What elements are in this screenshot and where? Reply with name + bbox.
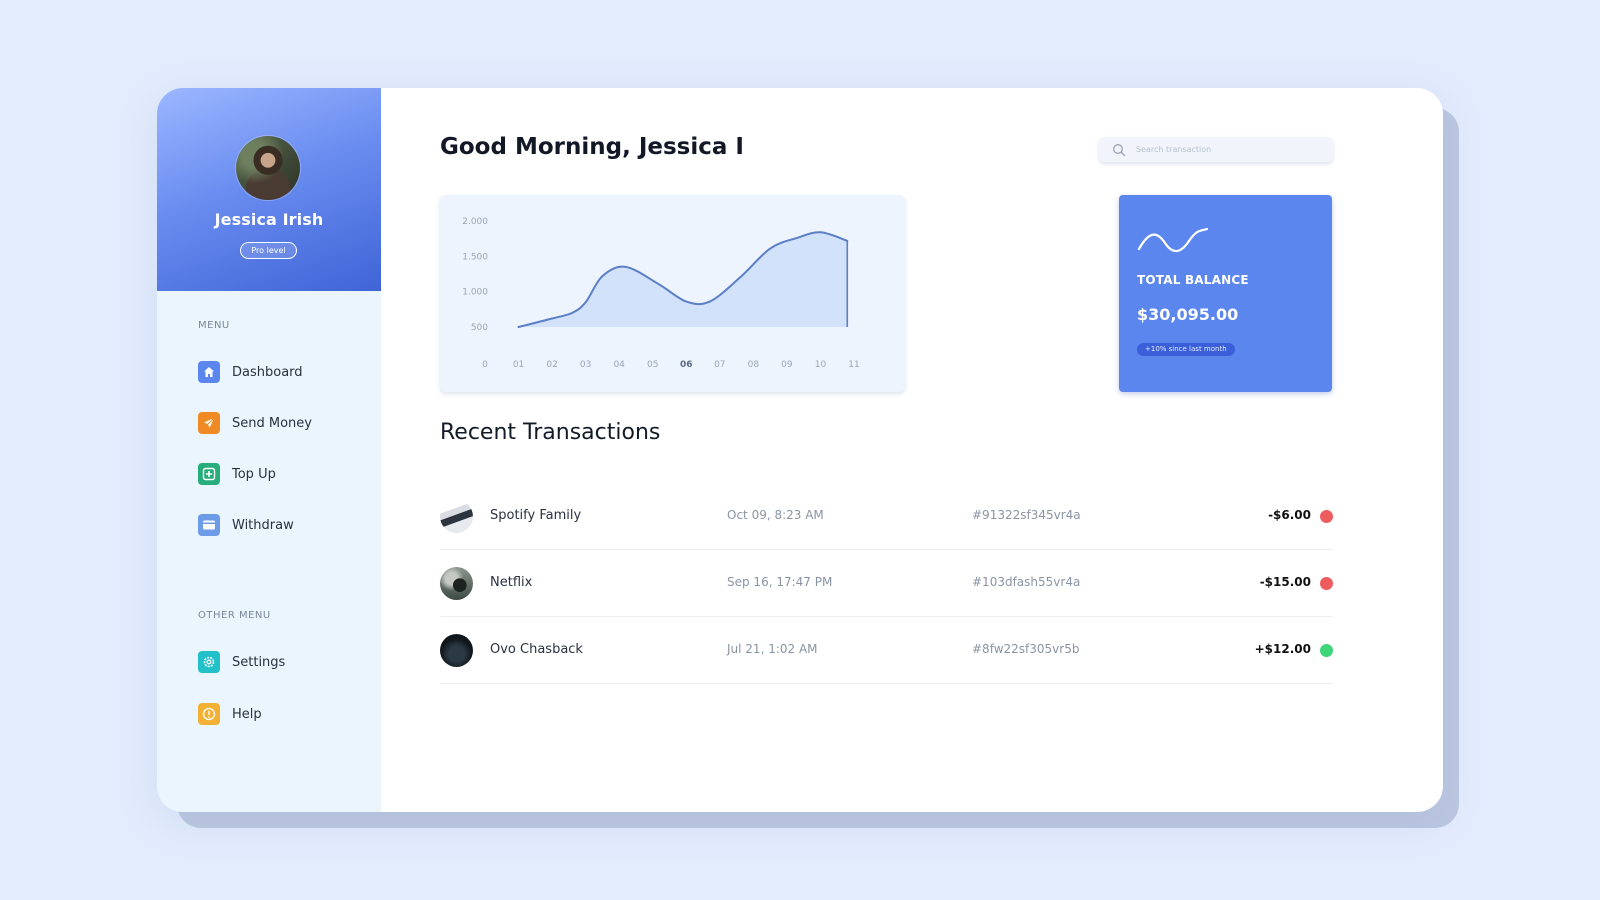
transaction-amount: -$6.00 [1268, 508, 1311, 522]
sidebar-item-label: Top Up [232, 466, 276, 482]
balance-label: TOTAL BALANCE [1137, 273, 1249, 287]
search-box[interactable] [1099, 137, 1333, 162]
sidebar-item-dashboard[interactable]: Dashboard [198, 360, 303, 384]
transaction-id: #8fw22sf305vr5b [972, 642, 1080, 656]
y-tick-label: 1.000 [462, 288, 488, 298]
x-tick-label: 07 [714, 360, 725, 370]
status-dot [1320, 577, 1333, 590]
table-row[interactable]: Ovo Chasback Jul 21, 1:02 AM #8fw22sf305… [440, 617, 1333, 684]
other-menu-section-title: OTHER MENU [198, 610, 271, 621]
transaction-name: Spotify Family [490, 508, 582, 523]
x-tick-label: 01 [513, 360, 524, 370]
area-chart: 2.000 1.500 1.000 500 0 01 02 03 04 05 06 07 08 09 10 1… [462, 217, 859, 370]
wallet-icon [198, 514, 220, 536]
table-row[interactable]: Spotify Family Oct 09, 8:23 AM #91322sf3… [440, 483, 1333, 550]
pro-level-badge: Pro level [240, 242, 297, 259]
y-tick-label: 500 [471, 323, 488, 333]
netflix-logo-icon [440, 567, 473, 600]
area-fill [518, 232, 848, 327]
sidebar-item-settings[interactable]: Settings [198, 650, 285, 674]
balance-amount: $30,095.00 [1137, 305, 1239, 324]
x-tick-label: 0 [482, 360, 488, 370]
sidebar-item-label: Help [232, 706, 262, 722]
transaction-name: Netflix [490, 575, 533, 590]
avatar[interactable] [236, 136, 300, 200]
gear-icon [198, 651, 220, 673]
x-tick-label: 08 [748, 360, 760, 370]
transaction-amount: +$12.00 [1254, 642, 1311, 656]
section-title: Recent Transactions [440, 420, 661, 445]
profile-name: Jessica Irish [214, 210, 324, 229]
transaction-id: #103dfash55vr4a [972, 575, 1081, 589]
transaction-id: #91322sf345vr4a [972, 508, 1081, 522]
sidebar-item-label: Withdraw [232, 517, 294, 533]
plus-square-icon [198, 463, 220, 485]
transaction-date: Oct 09, 8:23 AM [727, 508, 824, 522]
x-tick-label: 06 [680, 360, 693, 370]
transaction-name: Ovo Chasback [490, 642, 583, 657]
transaction-date: Sep 16, 17:47 PM [727, 575, 833, 589]
status-dot [1320, 510, 1333, 523]
app-window: Jessica Irish Pro level MENU Dashboard S… [157, 88, 1443, 812]
x-tick-label: 02 [546, 360, 557, 370]
x-tick-label: 03 [580, 360, 591, 370]
ovo-logo-icon [440, 634, 473, 667]
transaction-amount: -$15.00 [1259, 575, 1311, 589]
sidebar-item-top-up[interactable]: Top Up [198, 462, 276, 486]
x-tick-label: 09 [781, 360, 793, 370]
transactions-list: Spotify Family Oct 09, 8:23 AM #91322sf3… [440, 483, 1333, 684]
send-icon [198, 412, 220, 434]
wave-icon [1137, 227, 1209, 253]
search-icon [1113, 143, 1126, 156]
sidebar: Jessica Irish Pro level MENU Dashboard S… [157, 88, 381, 812]
x-tick-label: 04 [613, 360, 625, 370]
status-dot [1320, 644, 1333, 657]
table-row[interactable]: Netflix Sep 16, 17:47 PM #103dfash55vr4a… [440, 550, 1333, 617]
search-input[interactable] [1134, 144, 1328, 155]
menu-section-title: MENU [198, 320, 230, 331]
info-icon [198, 703, 220, 725]
transaction-date: Jul 21, 1:02 AM [727, 642, 818, 656]
spotify-logo-icon [440, 500, 473, 533]
sidebar-item-label: Dashboard [232, 364, 303, 380]
sidebar-item-withdraw[interactable]: Withdraw [198, 513, 294, 537]
balance-change-badge: +10% since last month [1137, 343, 1235, 356]
y-tick-label: 1.500 [462, 252, 488, 262]
home-icon [198, 361, 220, 383]
y-tick-label: 2.000 [462, 217, 488, 227]
sidebar-item-label: Send Money [232, 415, 312, 431]
profile-panel: Jessica Irish Pro level [157, 88, 381, 291]
balance-chart: 2.000 1.500 1.000 500 0 01 02 03 04 05 06 07 08 09 10 1… [440, 195, 905, 392]
page-title: Good Morning, Jessica I [440, 134, 744, 160]
x-tick-label: 11 [848, 360, 859, 370]
x-tick-label: 10 [815, 360, 827, 370]
sidebar-item-label: Settings [232, 654, 286, 670]
x-tick-label: 05 [647, 360, 658, 370]
sidebar-item-help[interactable]: Help [198, 702, 262, 726]
sidebar-item-send-money[interactable]: Send Money [198, 411, 312, 435]
total-balance-card[interactable]: TOTAL BALANCE $30,095.00 +10% since last… [1119, 195, 1332, 392]
